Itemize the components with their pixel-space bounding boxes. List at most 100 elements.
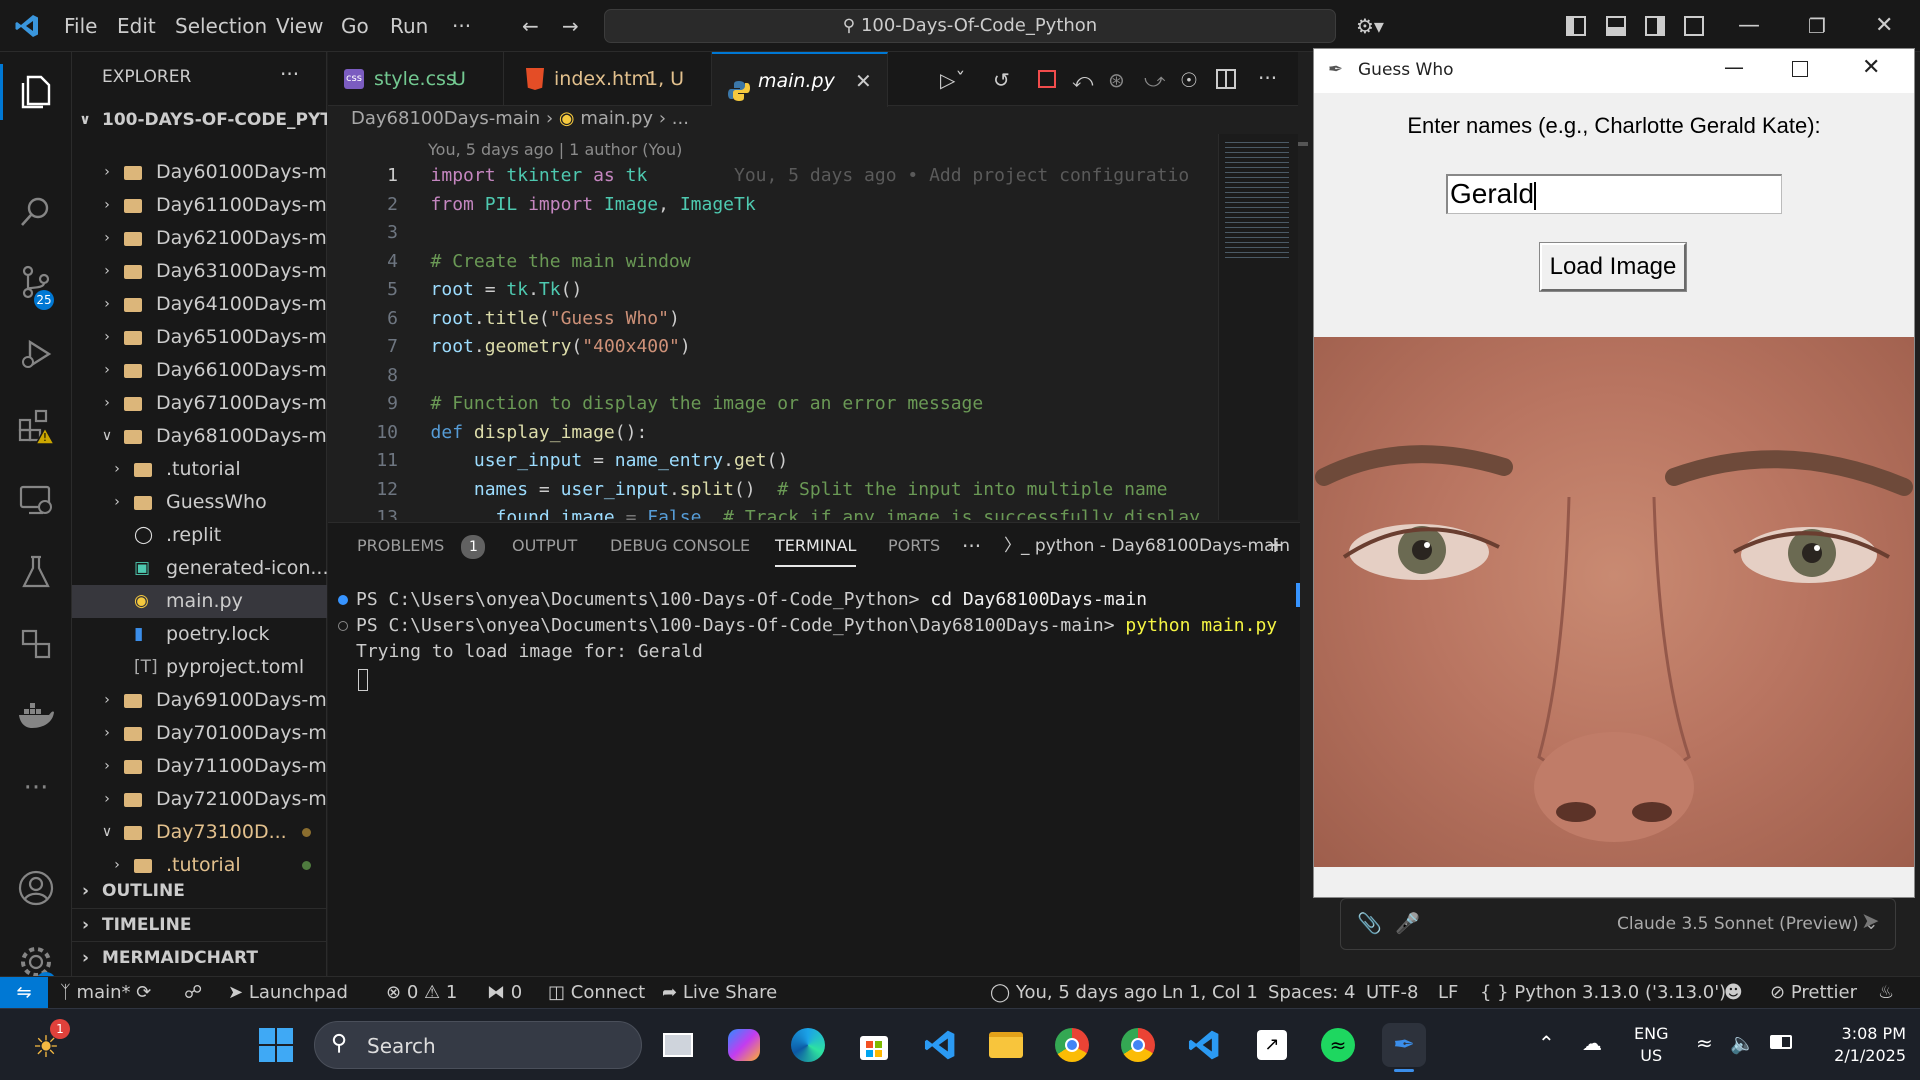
tree-item-main-py[interactable]: ◉ main.py (72, 585, 327, 618)
tree-item[interactable]: › Day72100Days-m... (72, 783, 327, 816)
branch-status[interactable]: ᛉ main* ⟳ (60, 977, 151, 1009)
menu-file[interactable]: File (64, 0, 97, 52)
vscode-taskbar-icon[interactable] (918, 1023, 962, 1067)
tree-item[interactable]: › Day62100Days-m... (72, 222, 327, 255)
notifications-bell-icon[interactable]: ♨ (1878, 977, 1894, 1009)
more-views-icon[interactable]: ··· (0, 758, 72, 818)
tree-item[interactable]: › Day60100Days-m... (72, 156, 327, 189)
containers-icon[interactable] (0, 614, 72, 674)
language-status[interactable]: { } Python (1480, 977, 1577, 1009)
editor-scrollbar[interactable] (1298, 134, 1310, 520)
edge-icon[interactable] (786, 1023, 830, 1067)
tab-output[interactable]: OUTPUT (512, 523, 577, 569)
tab-terminal[interactable]: TERMINAL (775, 523, 857, 567)
menu-go[interactable]: Go (341, 0, 369, 52)
copilot-app-icon[interactable] (722, 1023, 766, 1067)
tab-ports[interactable]: PORTS (888, 523, 940, 569)
restore-icon[interactable]: ❐ (1808, 0, 1826, 52)
tk-close-icon[interactable]: ✕ (1862, 55, 1880, 80)
breadcrumb-folder[interactable]: Day68100Days-main (351, 108, 540, 129)
minimap[interactable] (1218, 134, 1298, 520)
tree-item[interactable]: › Day70100Days-m... (72, 717, 327, 750)
onedrive-icon[interactable]: ☁ (1582, 1031, 1602, 1055)
send-icon[interactable]: ➤ (1861, 909, 1879, 934)
code-view[interactable]: 1 import tkinter as tk 2 from PIL import … (348, 162, 1218, 520)
tree-item[interactable]: › GuessWho (72, 486, 327, 519)
language-indicator[interactable]: ENG US (1634, 1023, 1668, 1067)
panel-more-icon[interactable]: ··· (962, 523, 981, 569)
menu-edit[interactable]: Edit (117, 0, 156, 52)
remote-explorer-icon[interactable] (0, 470, 72, 530)
tab-index-html[interactable]: index.html 1, U (504, 52, 712, 106)
menu-view[interactable]: View (276, 0, 323, 52)
indentation-status[interactable]: Spaces: 4 (1268, 977, 1355, 1009)
live-share-status[interactable]: ➦ Live Share (662, 977, 777, 1009)
git-graph-icon[interactable]: ☍ (184, 977, 202, 1009)
editor-more-icon[interactable]: ··· (1258, 52, 1277, 104)
testing-icon[interactable] (0, 542, 72, 602)
run-python-icon[interactable]: ▷ˇ (940, 54, 965, 106)
tree-item[interactable]: › Day71100Days-m... (72, 750, 327, 783)
chrome-profile-icon[interactable] (1116, 1023, 1160, 1067)
ports-status[interactable]: ⧓ 0 (487, 977, 522, 1009)
forward-arrow-icon[interactable]: → (562, 0, 579, 52)
attach-icon[interactable]: 📎 (1357, 911, 1382, 935)
tree-item[interactable]: [T] pyproject.toml (72, 651, 327, 684)
new-terminal-icon[interactable]: + (1266, 523, 1284, 569)
terminal-instance[interactable]: 〉_ python - Day68100Days-main (1004, 523, 1290, 569)
launchpad-status[interactable]: ➤ Launchpad (228, 977, 348, 1009)
search-icon[interactable] (0, 182, 72, 242)
copilot-chat-input[interactable]: 📎 🎤 Claude 3.5 Sonnet (Preview) ⌄ ➤ (1340, 898, 1896, 950)
tree-item[interactable]: ▮ poetry.lock (72, 618, 327, 651)
stop-icon[interactable] (1038, 70, 1056, 88)
tab-main-py[interactable]: main.py ✕ (712, 52, 888, 107)
codelens-blame[interactable]: You, 5 days ago | 1 author (You) (428, 140, 682, 159)
tree-item[interactable]: › Day69100Days-m... (72, 684, 327, 717)
go-back-change-icon[interactable]: ⤺ (1072, 54, 1093, 106)
encoding-status[interactable]: UTF-8 (1366, 977, 1418, 1009)
tree-item[interactable]: › Day63100Days-m... (72, 255, 327, 288)
breadcrumb-file[interactable]: main.py (580, 108, 653, 129)
tree-item[interactable]: › .tutorial (72, 453, 327, 486)
file-explorer-icon[interactable] (984, 1023, 1028, 1067)
weather-icon[interactable]: ☀ 1 (24, 1019, 70, 1069)
clock[interactable]: 3:08 PM 2/1/2025 (1818, 1023, 1906, 1067)
python-interpreter-status[interactable]: 3.13.0 ('3.13.0') (1582, 977, 1726, 1009)
toggle-primary-sidebar-icon[interactable] (1566, 16, 1586, 36)
tree-item[interactable]: ▣ generated-icon.... (72, 552, 327, 585)
chevron-up-icon[interactable]: ⌃ (1538, 1031, 1555, 1055)
toggle-secondary-sidebar-icon[interactable] (1645, 16, 1665, 36)
stock-app-icon[interactable]: ↗ (1250, 1023, 1294, 1067)
customize-layout-icon[interactable] (1684, 16, 1704, 36)
terminal-output[interactable]: PS C:\Users\onyea\Documents\100-Days-Of-… (328, 587, 1288, 967)
mermaidchart-section[interactable]: › MERMAIDCHART (72, 941, 327, 974)
store-icon[interactable] (852, 1023, 896, 1067)
tk-maximize-icon[interactable] (1792, 61, 1808, 77)
breadcrumb-symbol[interactable]: ... (672, 108, 689, 129)
command-center-search[interactable]: ⚲ 100-Days-Of-Code_Python (604, 9, 1336, 43)
docker-icon[interactable] (0, 686, 72, 746)
split-editor-icon[interactable] (1216, 69, 1236, 89)
copilot-status-icon[interactable]: ☻ (1724, 977, 1743, 1009)
tree-item[interactable]: › Day67100Days-m... (72, 387, 327, 420)
close-icon[interactable]: ✕ (1875, 0, 1893, 52)
tree-item[interactable]: › Day61100Days-m... (72, 189, 327, 222)
explorer-more-icon[interactable]: ··· (280, 62, 299, 86)
tab-problems[interactable]: PROBLEMS 1 (357, 523, 486, 569)
tk-name-entry[interactable]: Gerald (1446, 174, 1782, 214)
tree-item[interactable]: › Day64100Days-m... (72, 288, 327, 321)
next-change-icon[interactable]: ⤻ (1144, 54, 1165, 106)
commit-icon[interactable]: ⊛ (1108, 54, 1125, 106)
gitlens-icon[interactable]: ☉ (1180, 54, 1198, 106)
minimize-icon[interactable]: — (1738, 0, 1760, 52)
tree-item[interactable]: ∨ Day68100Days-m... (72, 420, 327, 453)
tree-item[interactable]: ∨ Day73100D... (72, 816, 327, 849)
connect-status[interactable]: ◫ Connect (548, 977, 645, 1009)
account-icon[interactable] (0, 858, 72, 918)
menu-selection[interactable]: Selection (175, 0, 267, 52)
workspace-root[interactable]: ∨ 100-DAYS-OF-CODE_PYTH... (72, 104, 327, 137)
cursor-position[interactable]: Ln 1, Col 1 (1162, 977, 1258, 1009)
tree-item[interactable]: › Day66100Days-m... (72, 354, 327, 387)
tk-minimize-icon[interactable]: — (1724, 55, 1744, 79)
remote-indicator-icon[interactable]: ⇋ (0, 977, 48, 1009)
